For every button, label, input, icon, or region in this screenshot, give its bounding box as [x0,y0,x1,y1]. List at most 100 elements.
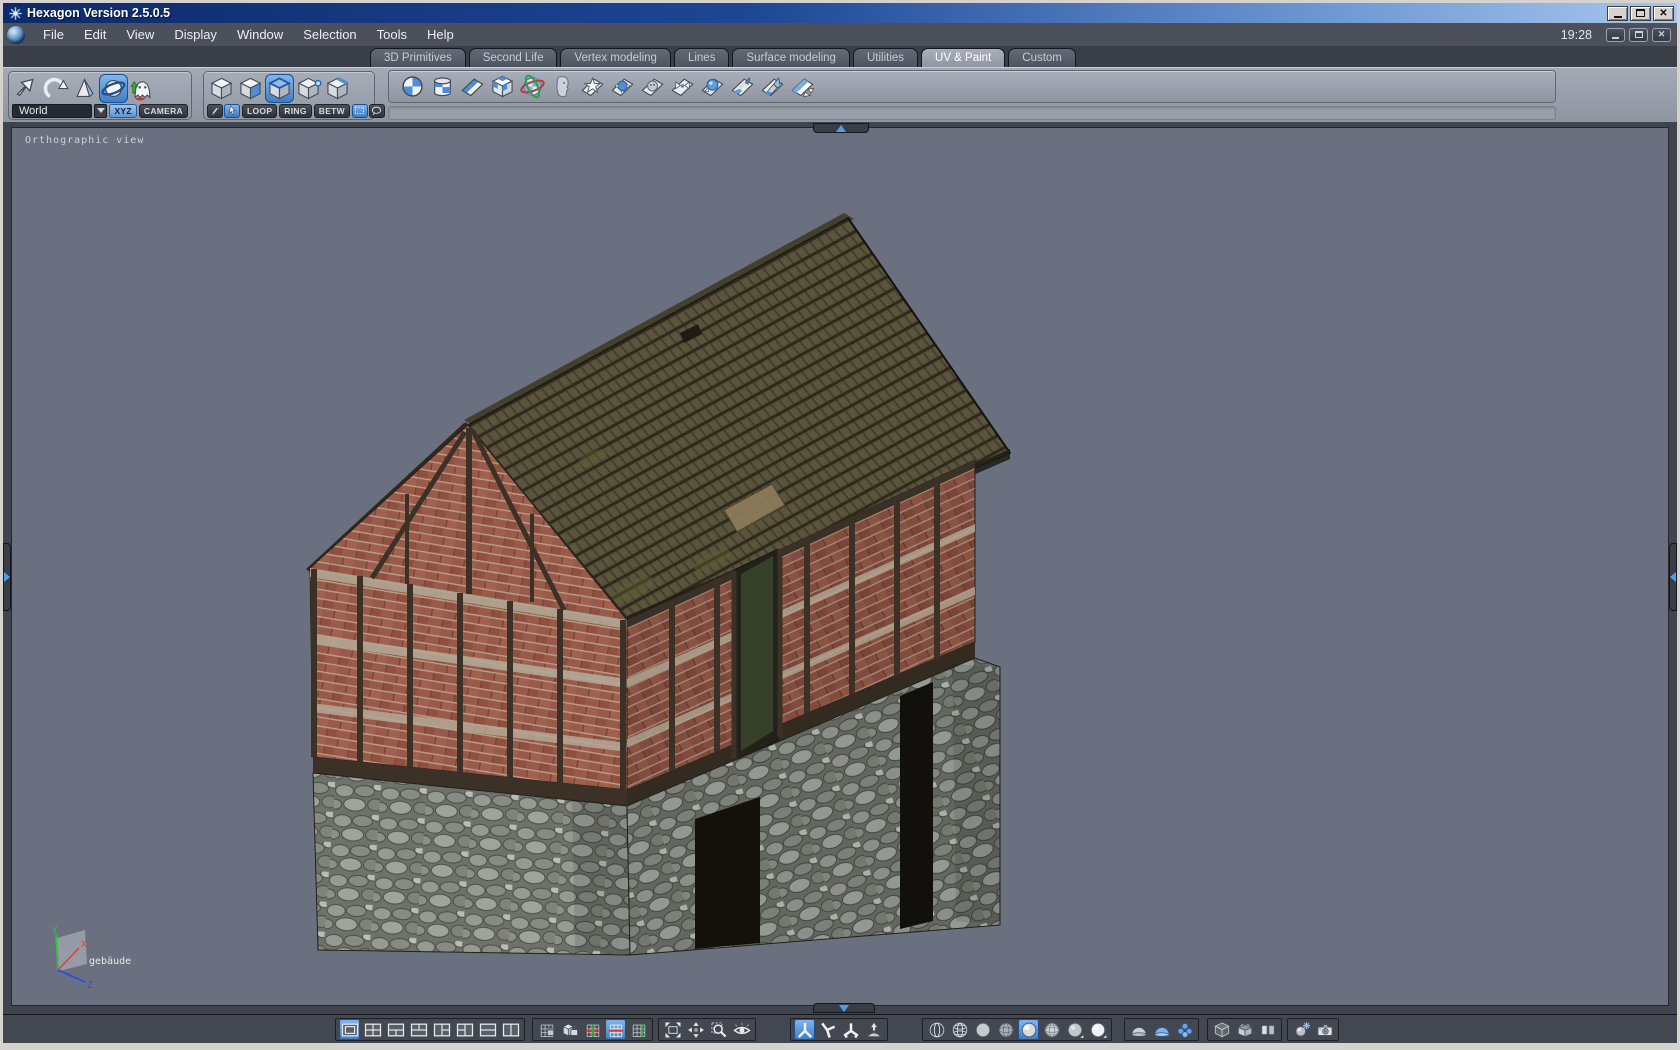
viewport-canvas[interactable]: Orthographic view Y X Z gebäude [11,127,1669,1006]
dome-shaded-button[interactable] [1151,1019,1172,1040]
menu-item-help[interactable]: Help [417,24,464,45]
uv-globe-unwrap-tool[interactable] [518,72,547,101]
collapse-right-panel-handle[interactable] [1669,543,1677,611]
layout-2-rows-button[interactable] [477,1019,498,1040]
uv-transform-tool[interactable] [788,72,817,101]
tab-vertex-modeling[interactable]: Vertex modeling [560,48,671,67]
grid-lock-toggle[interactable] [559,1019,580,1040]
bump-surface-tool[interactable] [698,72,727,101]
hidden-line-mode-button[interactable] [949,1019,970,1040]
world-dropdown-button[interactable] [94,103,108,118]
ghost-visibility-tool[interactable] [128,74,157,103]
snapshot-camera-button[interactable] [1314,1019,1335,1040]
select-arrow-tool[interactable] [12,74,41,103]
grid-paint-toggle[interactable] [536,1019,557,1040]
drop-to-view-button[interactable] [863,1019,884,1040]
menu-item-file[interactable]: File [33,24,74,45]
lasso-select-tool[interactable] [368,103,385,118]
menu-item-tools[interactable]: Tools [367,24,417,45]
paint-tube-tool[interactable] [758,72,787,101]
camera-toggle[interactable]: CAMERA [138,103,188,118]
minimize-button[interactable] [1607,5,1628,21]
spherical-projection-tool[interactable] [398,72,427,101]
axis-tripod-button[interactable] [794,1019,815,1040]
grid-yz-plane-toggle[interactable] [628,1019,649,1040]
window-maximize-button[interactable] [1629,27,1648,42]
axis-free-button[interactable] [840,1019,861,1040]
axis-rotated-button[interactable] [817,1019,838,1040]
window-close-button[interactable]: ✕ [1652,27,1671,42]
look-at-button[interactable] [731,1019,752,1040]
paint-select-tool[interactable] [207,103,223,118]
world-selector[interactable]: World [12,103,93,118]
tab-utilities[interactable]: Utilities [852,48,919,67]
render-button[interactable] [1291,1019,1312,1040]
zoom-view-button[interactable] [708,1019,729,1040]
tab-uv-paint[interactable]: UV & Paint [921,48,1006,67]
cubic-projection-tool[interactable] [488,72,517,101]
sphere-manipulator-tool[interactable] [99,73,128,103]
betw-button[interactable]: BETW [313,103,350,118]
layout-left2-right1-button[interactable] [454,1019,475,1040]
layout-left1-right2-button[interactable] [431,1019,452,1040]
layout-top1-bottom2-button[interactable] [385,1019,406,1040]
layout-quad-button[interactable] [362,1019,383,1040]
edge-selection-mode[interactable] [265,73,294,103]
multi-object-button[interactable] [1174,1019,1195,1040]
pan-view-button[interactable] [685,1019,706,1040]
side-panels-toggle[interactable] [1257,1019,1278,1040]
menu-item-view[interactable]: View [116,24,164,45]
tab-bar: 3D Primitives Second Life Vertex modeling L… [3,46,1677,67]
dome-backface-button[interactable] [1128,1019,1149,1040]
layout-single-button[interactable] [339,1019,360,1040]
tab-custom[interactable]: Custom [1008,48,1076,67]
vertex-selection-mode[interactable] [294,74,323,103]
menu-item-selection[interactable]: Selection [293,24,366,45]
layout-top2-bottom1-button[interactable] [408,1019,429,1040]
tab-3d-primitives[interactable]: 3D Primitives [370,48,466,67]
star-stamp-tool[interactable] [578,72,607,101]
collapse-bottom-panel-handle[interactable] [813,1003,875,1013]
inflate-surface-tool[interactable] [608,72,637,101]
border-selection-mode[interactable] [323,74,352,103]
textured-shading-button[interactable] [1041,1019,1062,1040]
cone-manipulator-tool[interactable] [70,74,99,103]
layout-2-columns-button[interactable] [500,1019,521,1040]
grid-xz-plane-toggle[interactable] [582,1019,603,1040]
flat-shading-button[interactable] [972,1019,993,1040]
unfold-head-tool[interactable] [548,72,577,101]
fit-view-button[interactable] [662,1019,683,1040]
face-selection-mode[interactable] [236,74,265,103]
menu-item-edit[interactable]: Edit [74,24,116,45]
tab-surface-modeling[interactable]: Surface modeling [732,48,850,67]
shaded-wireframe-button[interactable] [995,1019,1016,1040]
smooth-shading-button[interactable] [1018,1019,1039,1040]
bright-shading-button[interactable] [1087,1019,1108,1040]
open-box-toggle[interactable] [1234,1019,1255,1040]
collapse-left-panel-handle[interactable] [3,543,11,611]
xyz-toggle[interactable]: XYZ [109,103,137,118]
menu-item-window[interactable]: Window [227,24,293,45]
rotate-arrow-tool[interactable] [41,74,70,103]
loop-button[interactable]: LOOP [242,103,278,118]
cylindrical-projection-tool[interactable] [428,72,457,101]
rectangle-select-tool[interactable] [351,103,368,118]
smudge-surface-tool[interactable] [638,72,667,101]
collapse-top-panel-handle[interactable] [813,123,869,133]
tab-second-life[interactable]: Second Life [468,48,558,67]
maximize-button[interactable] [1630,5,1651,21]
planar-projection-tool[interactable] [458,72,487,101]
ring-button[interactable]: RING [279,103,312,118]
object-selection-mode[interactable] [207,74,236,103]
matte-shading-button[interactable] [1064,1019,1085,1040]
close-button[interactable]: ✕ [1653,5,1674,21]
tab-lines[interactable]: Lines [673,48,730,67]
menu-item-display[interactable]: Display [164,24,227,45]
window-minimize-button[interactable] [1606,27,1625,42]
pinch-surface-tool[interactable] [668,72,697,101]
grid-xy-plane-toggle[interactable] [605,1019,626,1040]
wireframe-mode-button[interactable] [926,1019,947,1040]
ghost-cube-toggle[interactable] [1211,1019,1232,1040]
arrow-select-tool[interactable] [224,103,240,118]
paint-brush-tool[interactable] [728,72,757,101]
